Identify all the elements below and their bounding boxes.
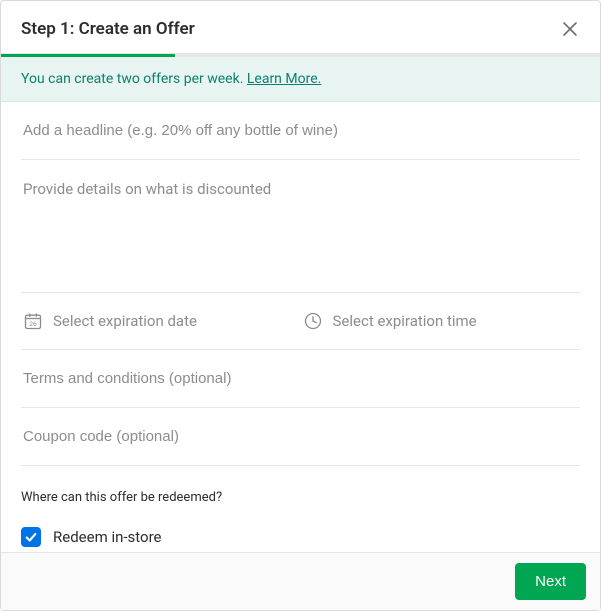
coupon-field [21,408,580,466]
check-icon [24,530,38,544]
redemption-question: Where can this offer be redeemed? [21,490,580,505]
progress-bar [1,54,600,57]
clock-icon [303,311,323,331]
expiration-date-field[interactable]: 26 Select expiration date [21,293,301,349]
modal-footer: Next [1,552,600,610]
headline-input[interactable] [21,102,580,159]
redeem-in-store-checkbox[interactable] [21,527,41,547]
progress-fill [1,54,175,57]
coupon-code-input[interactable] [21,408,580,465]
terms-input[interactable] [21,350,580,407]
info-banner: You can create two offers per week. Lear… [1,57,600,102]
modal-title: Step 1: Create an Offer [21,19,195,39]
details-field [21,160,580,293]
redeem-in-store-label: Redeem in-store [53,528,161,546]
expiration-time-placeholder: Select expiration time [333,312,477,330]
close-icon [562,21,578,37]
create-offer-modal: Step 1: Create an Offer You can create t… [0,0,601,611]
expiration-time-field[interactable]: Select expiration time [301,293,581,349]
next-button[interactable]: Next [515,563,586,600]
close-button[interactable] [556,15,584,43]
terms-field [21,350,580,408]
headline-field [21,102,580,160]
redeem-in-store-row[interactable]: Redeem in-store [21,519,580,552]
info-text: You can create two offers per week. [21,71,247,87]
svg-text:26: 26 [29,320,37,328]
learn-more-link[interactable]: Learn More. [247,71,321,87]
expiration-row: 26 Select expiration date Select expirat… [21,293,580,350]
details-input[interactable] [21,160,580,288]
calendar-icon: 26 [23,311,43,331]
modal-header: Step 1: Create an Offer [1,1,600,54]
expiration-date-placeholder: Select expiration date [53,312,197,330]
modal-body: 26 Select expiration date Select expirat… [1,102,600,552]
